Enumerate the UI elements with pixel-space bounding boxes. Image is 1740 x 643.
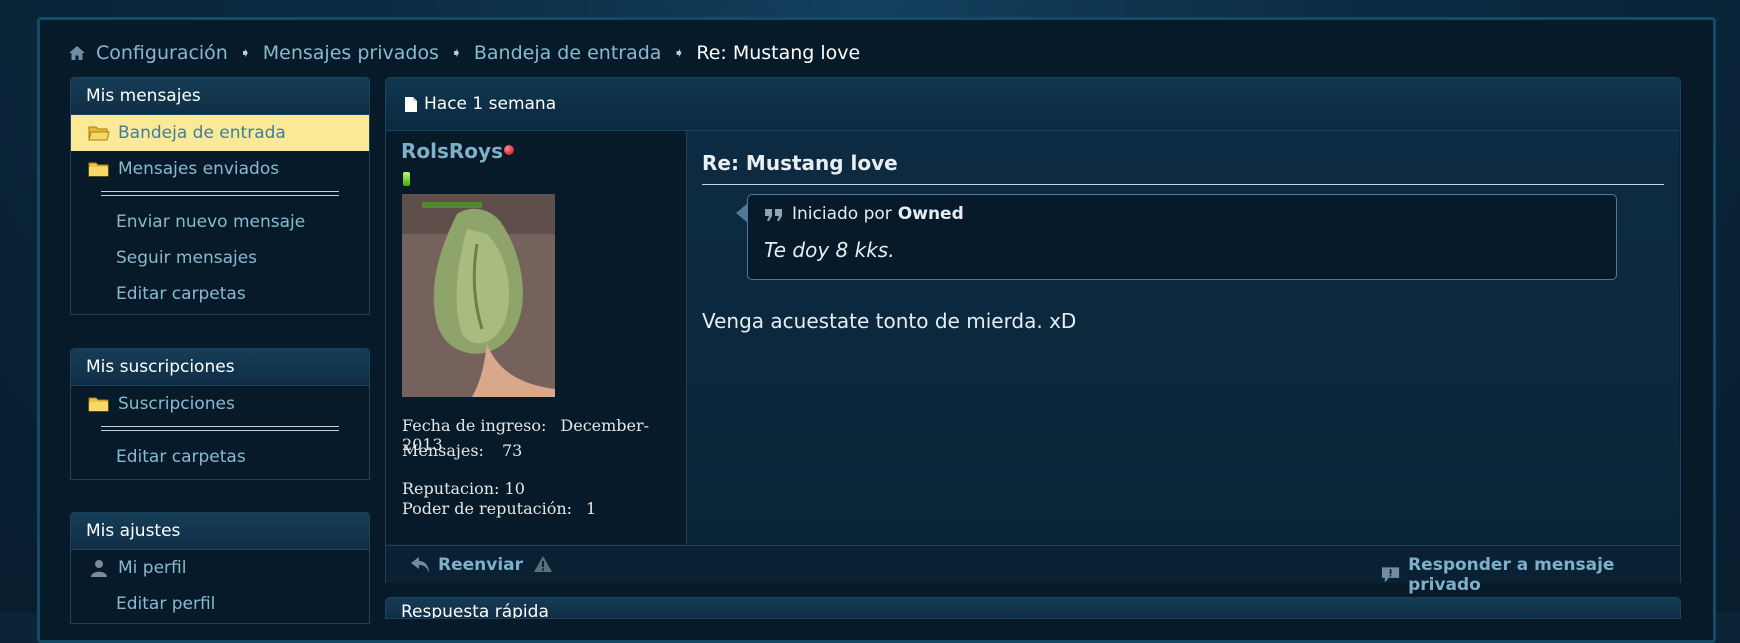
- sidebar-item-label: Mi perfil: [118, 558, 187, 578]
- post-count-value: 73: [501, 441, 523, 460]
- sidebar-item-track-messages[interactable]: Seguir mensajes: [71, 240, 369, 276]
- report-button[interactable]: [533, 555, 561, 573]
- document-icon: [404, 96, 418, 113]
- message-content: Re: Mustang love Iniciado por Owned Te d…: [687, 131, 1679, 544]
- reputation: Reputacion: 10: [402, 479, 525, 498]
- post-date: Hace 1 semana: [424, 94, 557, 114]
- username-link[interactable]: RolsRoys: [401, 139, 503, 163]
- breadcrumb-current: Re: Mustang love: [696, 42, 861, 64]
- sidebar-item-inbox[interactable]: Bandeja de entrada: [71, 115, 369, 151]
- folder-icon: [88, 395, 110, 413]
- online-status-icon: [504, 145, 514, 155]
- breadcrumb-arrow-icon: ➧: [239, 45, 251, 61]
- quick-reply-block: Respuesta rápida: [385, 597, 1681, 619]
- quote-header: Iniciado por Owned: [764, 204, 964, 224]
- sidebar-item-edit-folders[interactable]: Editar carpetas: [71, 439, 369, 475]
- reputation-power: Poder de reputación: 1: [402, 499, 596, 518]
- folder-open-icon: [88, 124, 110, 142]
- sidebar-subscriptions-title: Mis suscripciones: [71, 349, 369, 386]
- post-count-label: Mensajes:: [402, 441, 484, 460]
- breadcrumb-configuracion[interactable]: Configuración: [96, 42, 228, 64]
- sidebar-subscriptions: Mis suscripciones Suscripciones Editar c…: [70, 348, 370, 480]
- sidebar-item-edit-folders[interactable]: Editar carpetas: [71, 276, 369, 312]
- quick-reply-title: Respuesta rápida: [401, 602, 549, 619]
- forward-button[interactable]: Reenviar: [410, 555, 523, 575]
- quote-box: Iniciado por Owned Te doy 8 kks.: [736, 194, 1617, 280]
- quote-arrow: [736, 203, 748, 223]
- sidebar-item-subscriptions[interactable]: Suscripciones: [71, 386, 369, 422]
- post-count: Mensajes: 73: [402, 441, 522, 460]
- breadcrumb-mensajes-privados[interactable]: Mensajes privados: [263, 42, 439, 64]
- reputation-power-label: Poder de reputación:: [402, 499, 573, 518]
- quote-icon: [764, 207, 784, 221]
- post-header: Hace 1 semana: [386, 78, 1680, 131]
- breadcrumb: Configuración ➧ Mensajes privados ➧ Band…: [68, 40, 860, 66]
- quote-text: Te doy 8 kks.: [764, 238, 895, 262]
- sidebar-messages: Mis mensajes Bandeja de entrada Mensajes…: [70, 77, 370, 315]
- message-body: Venga acuestate tonto de mierda. xD: [702, 309, 1077, 333]
- sidebar-item-edit-profile[interactable]: Editar perfil: [71, 586, 369, 622]
- post-footer: Reenviar Responder a mensaje privado: [386, 545, 1680, 595]
- message-title: Re: Mustang love: [702, 151, 1664, 185]
- quote-prefix: Iniciado por: [792, 204, 892, 224]
- breadcrumb-bandeja-de-entrada[interactable]: Bandeja de entrada: [474, 42, 662, 64]
- reputation-label: Reputacion:: [402, 479, 500, 498]
- forward-label: Reenviar: [438, 555, 524, 575]
- breadcrumb-arrow-icon: ➧: [673, 45, 685, 61]
- user-info-panel: RolsRoys Fecha de ingreso: December-2013 …: [386, 131, 687, 544]
- sidebar-divider: [101, 191, 339, 196]
- reply-icon: [1381, 567, 1400, 583]
- sidebar-messages-title: Mis mensajes: [71, 78, 369, 115]
- breadcrumb-arrow-icon: ➧: [450, 45, 462, 61]
- sidebar-item-my-profile[interactable]: Mi perfil: [71, 550, 369, 586]
- private-message-post: Hace 1 semana RolsRoys Fecha de ingreso:…: [385, 77, 1681, 595]
- reply-label: Responder a mensaje privado: [1408, 555, 1615, 595]
- join-date-label: Fecha de ingreso:: [402, 416, 547, 435]
- sidebar-item-sent[interactable]: Mensajes enviados: [71, 151, 369, 187]
- sidebar-divider: [101, 426, 339, 431]
- home-icon[interactable]: [68, 44, 86, 62]
- folder-icon: [88, 160, 110, 178]
- sidebar-item-label: Suscripciones: [118, 394, 235, 414]
- forward-icon: [411, 557, 429, 573]
- reply-button[interactable]: Responder a mensaje privado: [1381, 555, 1680, 595]
- sidebar-item-label: Bandeja de entrada: [118, 123, 286, 143]
- reputation-power-value: 1: [586, 499, 597, 518]
- avatar[interactable]: [402, 194, 555, 397]
- quote-author: Owned: [897, 204, 964, 224]
- sidebar-item-new-message[interactable]: Enviar nuevo mensaje: [71, 204, 369, 240]
- sidebar-settings: Mis ajustes Mi perfil Editar perfil: [70, 512, 370, 624]
- reputation-icon: [403, 172, 410, 186]
- user-icon: [88, 559, 110, 577]
- warning-icon: [534, 556, 552, 572]
- reputation-value: 10: [504, 479, 525, 498]
- sidebar-item-label: Mensajes enviados: [118, 159, 280, 179]
- sidebar-settings-title: Mis ajustes: [71, 513, 369, 550]
